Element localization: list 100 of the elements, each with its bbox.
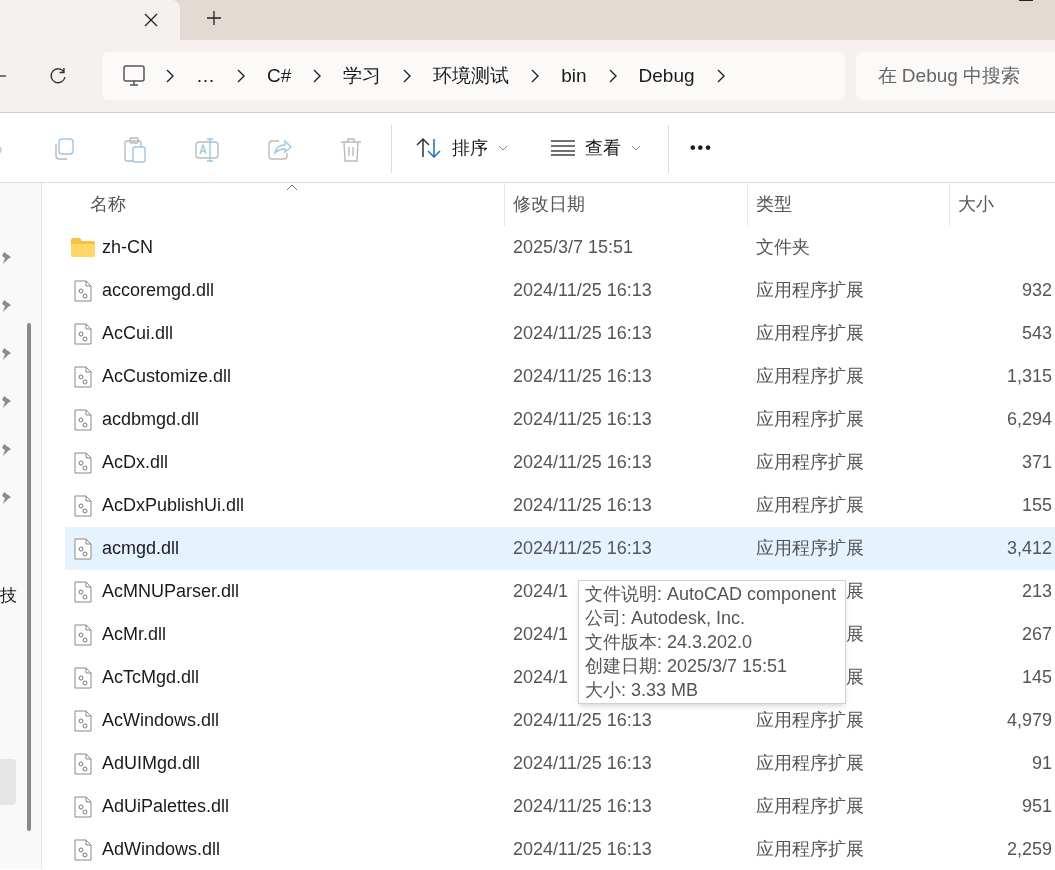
chevron-right-icon[interactable] xyxy=(531,69,540,83)
sort-caret-icon xyxy=(286,184,298,191)
breadcrumb-item[interactable]: C# xyxy=(264,61,294,91)
pin-icon[interactable] xyxy=(0,347,12,361)
file-gear-icon xyxy=(74,538,92,560)
breadcrumb-item[interactable]: bin xyxy=(559,61,589,91)
column-header[interactable]: 大小 xyxy=(958,191,994,218)
chevron-right-icon[interactable] xyxy=(716,69,725,83)
chevron-right-icon[interactable] xyxy=(165,69,174,83)
file-gear-icon xyxy=(74,710,92,732)
tooltip-line: 文件版本: 24.3.202.0 xyxy=(585,631,753,654)
pin-icon[interactable] xyxy=(0,491,12,505)
modified-date: 2024/11/25 16:13 xyxy=(513,838,652,861)
breadcrumb-item[interactable]: 学习 xyxy=(341,61,384,91)
modified-date: 2024/1 xyxy=(513,666,569,689)
file-type: 应用程序扩展 xyxy=(756,752,864,775)
file-size: 371 xyxy=(1021,451,1052,474)
file-row[interactable]: acmgd.dll 2024/11/25 16:13 应用程序扩展 3,412 xyxy=(65,527,1055,570)
file-type: 应用程序扩展 xyxy=(756,451,864,474)
pin-icon[interactable] xyxy=(0,395,12,409)
chevron-right-icon[interactable] xyxy=(236,69,245,83)
chevron-right-icon[interactable] xyxy=(403,69,412,83)
copy-icon[interactable] xyxy=(52,137,76,161)
pin-icon[interactable] xyxy=(0,443,12,457)
file-type: 应用程序扩展 xyxy=(756,408,864,431)
chevron-down-icon xyxy=(631,145,641,151)
file-gear-icon xyxy=(74,409,92,431)
folder-icon xyxy=(71,238,95,257)
breadcrumb-item[interactable]: Debug xyxy=(636,61,697,91)
file-name: acmgd.dll xyxy=(102,537,180,560)
modified-date: 2024/1 xyxy=(513,623,569,646)
more-button[interactable]: ••• xyxy=(684,131,719,165)
file-type: 应用程序扩展 xyxy=(756,709,864,732)
chevron-right-icon[interactable] xyxy=(313,69,322,83)
modified-date: 2024/11/25 16:13 xyxy=(513,709,652,732)
modified-date: 2024/11/25 16:13 xyxy=(513,322,652,345)
file-size: 4,979 xyxy=(1006,709,1052,732)
modified-date: 2025/3/7 15:51 xyxy=(513,236,634,259)
refresh-icon[interactable] xyxy=(47,66,68,86)
share-icon[interactable] xyxy=(267,137,293,161)
modified-date: 2024/11/25 16:13 xyxy=(513,451,652,474)
view-button[interactable]: 查看 xyxy=(543,131,649,165)
file-size: 213 xyxy=(1021,580,1052,603)
file-size: 2,259 xyxy=(1006,838,1052,861)
file-name: AcWindows.dll xyxy=(102,709,220,732)
file-type: 应用程序扩展 xyxy=(756,494,864,517)
column-header[interactable]: 名称 xyxy=(90,191,126,218)
new-tab-icon[interactable] xyxy=(206,10,222,26)
file-type: 应用程序扩展 xyxy=(756,279,864,302)
file-type: 展 xyxy=(846,623,864,646)
pin-icon[interactable] xyxy=(0,299,12,313)
modified-date: 2024/11/25 16:13 xyxy=(513,795,652,818)
file-type: 展 xyxy=(846,666,864,689)
file-size: 145 xyxy=(1021,666,1052,689)
file-gear-icon xyxy=(74,581,92,603)
scrollbar-thumb[interactable] xyxy=(27,323,31,831)
close-icon[interactable] xyxy=(144,13,158,27)
file-name: AcDxPublishUi.dll xyxy=(102,494,245,517)
file-name: AcMr.dll xyxy=(102,623,166,646)
sort-button[interactable]: 排序 xyxy=(408,131,516,165)
file-size: 932 xyxy=(1021,279,1052,302)
file-type: 应用程序扩展 xyxy=(756,838,864,861)
column-header[interactable]: 类型 xyxy=(756,191,792,218)
chevron-down-icon xyxy=(498,145,508,151)
file-gear-icon xyxy=(74,323,92,345)
file-name: AcCui.dll xyxy=(102,322,174,345)
paste-icon[interactable] xyxy=(123,137,147,163)
column-header[interactable]: 修改日期 xyxy=(513,191,585,218)
file-type: 文件夹 xyxy=(756,236,810,259)
file-name: AcTcMgd.dll xyxy=(102,666,200,689)
file-gear-icon xyxy=(74,839,92,861)
file-type: 应用程序扩展 xyxy=(756,795,864,818)
file-gear-icon xyxy=(74,366,92,388)
file-gear-icon xyxy=(74,452,92,474)
file-name: AdUIMgd.dll xyxy=(102,752,201,775)
file-type: 应用程序扩展 xyxy=(756,365,864,388)
file-size: 1,315 xyxy=(1006,365,1052,388)
file-size: 3,412 xyxy=(1006,537,1052,560)
file-gear-icon xyxy=(74,280,92,302)
pin-icon[interactable] xyxy=(0,251,12,265)
file-gear-icon xyxy=(74,495,92,517)
file-gear-icon xyxy=(74,667,92,689)
modified-date: 2024/11/25 16:13 xyxy=(513,494,652,517)
ellipsis-crumb[interactable]: … xyxy=(193,61,217,91)
chevron-right-icon[interactable] xyxy=(608,69,617,83)
tooltip-line: 文件说明: AutoCAD component xyxy=(585,583,837,606)
modified-date: 2024/11/25 16:13 xyxy=(513,365,652,388)
rename-icon[interactable] xyxy=(194,137,220,163)
file-type: 应用程序扩展 xyxy=(756,322,864,345)
tooltip-line: 公司: Autodesk, Inc. xyxy=(585,607,746,630)
file-size: 155 xyxy=(1021,494,1052,517)
delete-icon[interactable] xyxy=(340,137,362,163)
monitor-icon[interactable] xyxy=(121,65,146,87)
nav-item-label[interactable]: 技 xyxy=(0,583,17,609)
breadcrumb-item[interactable]: 环境测试 xyxy=(431,61,512,91)
address-bar[interactable]: … C# 学习 环境测试 bin Debug xyxy=(101,52,845,100)
file-name: AdUiPalettes.dll xyxy=(102,795,230,818)
file-name: accoremgd.dll xyxy=(102,279,215,302)
search-field[interactable]: 在 Debug 中搜索 xyxy=(855,52,1055,100)
sort-arrows-icon xyxy=(416,137,442,159)
